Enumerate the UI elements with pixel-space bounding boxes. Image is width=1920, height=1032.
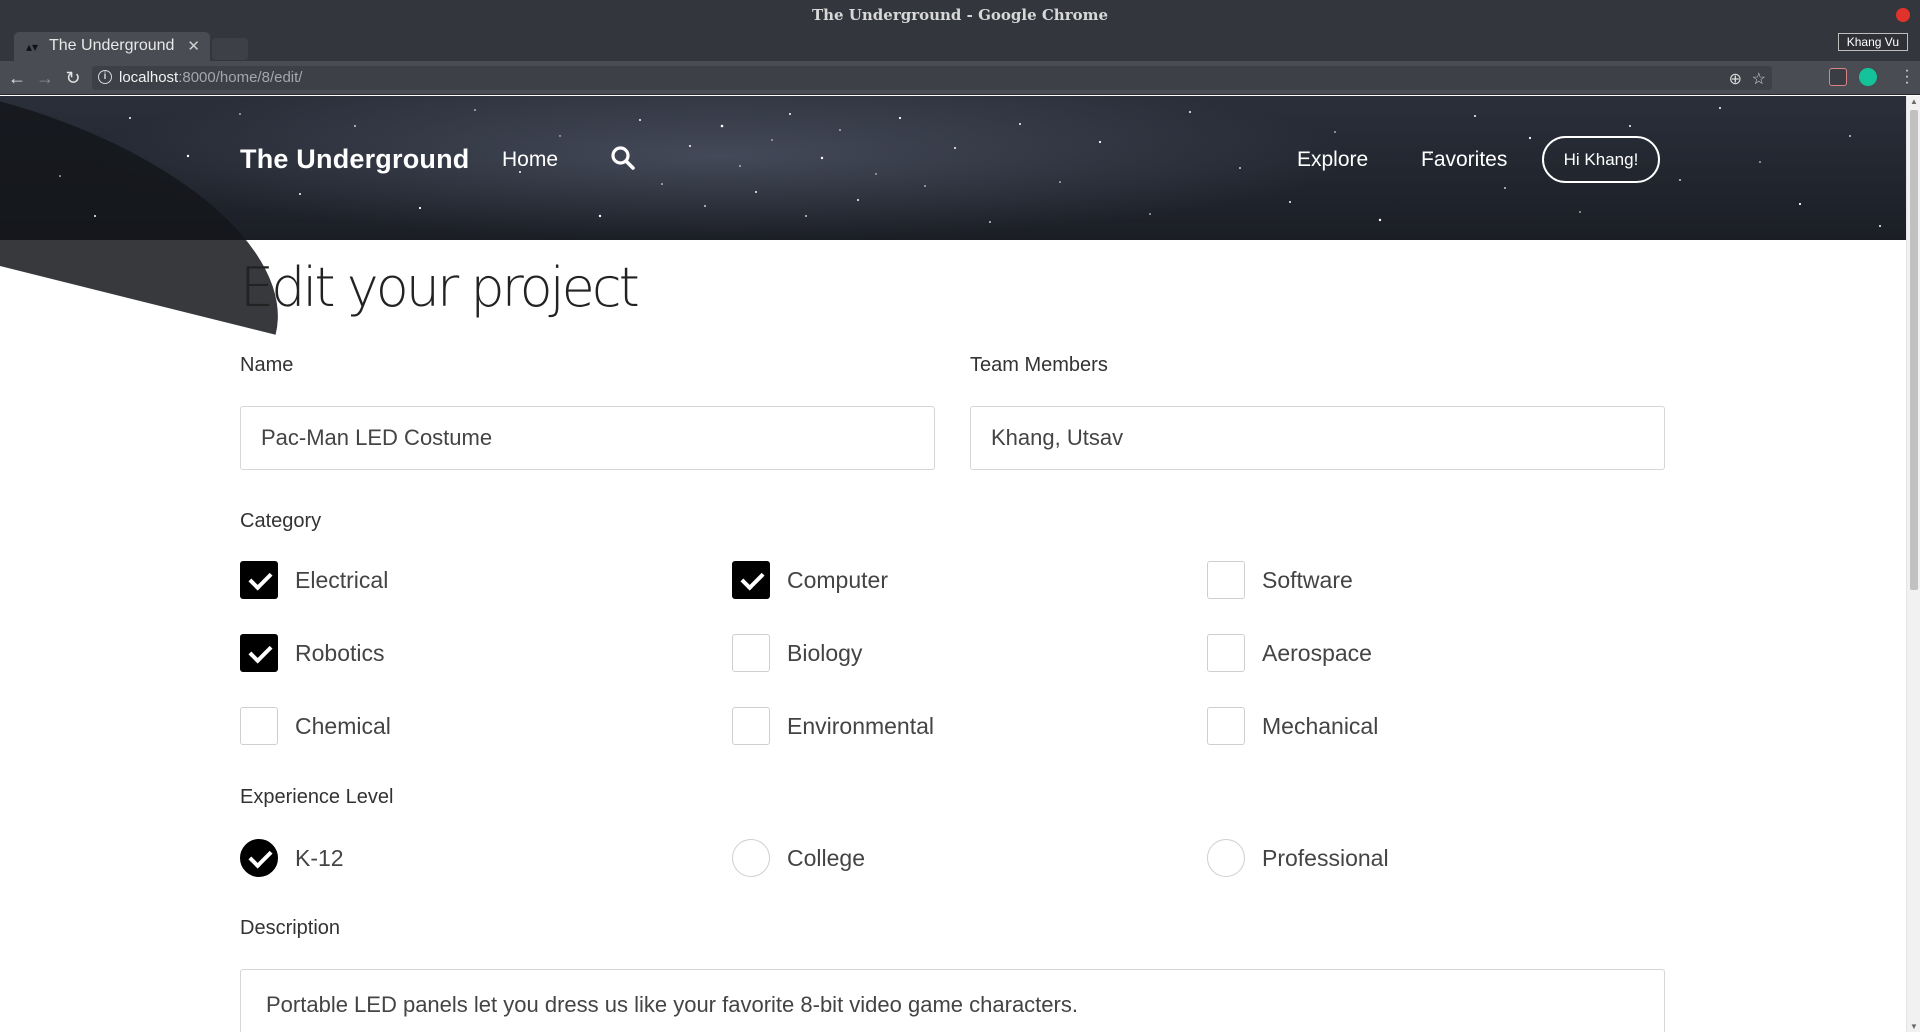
tab-close-icon[interactable]: ✕: [187, 37, 200, 55]
category-checkbox-environmental[interactable]: [732, 707, 770, 745]
description-label: Description: [240, 917, 341, 939]
extension-icon[interactable]: [1829, 68, 1847, 86]
back-arrow-icon[interactable]: ←: [6, 67, 28, 89]
description-text: Portable LED panels let you dress us lik…: [266, 992, 1078, 1017]
reload-icon[interactable]: ↻: [62, 67, 84, 89]
chrome-menu-icon[interactable]: · · ·: [1904, 63, 1910, 91]
team-members-label: Team Members: [970, 354, 1108, 376]
category-checkbox-computer[interactable]: [732, 561, 770, 599]
experience-radio-professional[interactable]: [1207, 839, 1245, 877]
scroll-down-arrow-icon[interactable]: ▼: [1910, 1022, 1918, 1031]
forward-arrow-icon[interactable]: →: [34, 67, 56, 89]
category-option-label: Mechanical: [1262, 713, 1379, 739]
zoom-icon[interactable]: ⊕: [1729, 69, 1742, 89]
nav-home-link[interactable]: Home: [502, 148, 558, 172]
scroll-up-arrow-icon[interactable]: ▲: [1910, 97, 1918, 106]
category-option-label: Chemical: [295, 713, 391, 739]
category-checkbox-robotics[interactable]: [240, 634, 278, 672]
new-tab-button[interactable]: [212, 38, 248, 60]
tab-the-underground[interactable]: ▴▾ The Underground ✕: [14, 32, 210, 61]
hero-header: The Underground Home Explore Favorites H…: [0, 96, 1906, 335]
brand-logo[interactable]: The Underground: [240, 144, 469, 175]
window-close-button[interactable]: [1896, 8, 1910, 22]
search-icon[interactable]: [610, 145, 636, 171]
bookmark-star-icon[interactable]: ☆: [1752, 69, 1766, 89]
team-members-input[interactable]: [970, 406, 1665, 470]
url-text: localhost:8000/home/8/edit/: [119, 69, 302, 86]
url-path: :8000/home/8/edit/: [178, 69, 303, 86]
window-titlebar: The Underground - Google Chrome: [0, 0, 1920, 30]
category-option-label: Environmental: [787, 713, 935, 739]
nav-favorites-link[interactable]: Favorites: [1421, 148, 1507, 172]
page-title: Edit your project: [240, 256, 640, 319]
page-scrollbar[interactable]: ▲ ▼: [1906, 96, 1920, 1032]
name-label: Name: [240, 354, 294, 376]
category-option-label: Electrical: [295, 567, 389, 593]
experience-radio-college[interactable]: [732, 839, 770, 877]
category-option-label: Computer: [787, 567, 888, 593]
category-checkbox-electrical[interactable]: [240, 561, 278, 599]
category-checkbox-biology[interactable]: [732, 634, 770, 672]
category-label: Category: [240, 510, 322, 532]
category-checkbox-aerospace[interactable]: [1207, 634, 1245, 672]
profile-button[interactable]: Khang Vu: [1837, 33, 1908, 51]
nav-explore-link[interactable]: Explore: [1297, 148, 1368, 172]
category-option-label: Robotics: [295, 640, 385, 666]
address-bar[interactable]: i localhost:8000/home/8/edit/ ⊕ ☆: [92, 66, 1772, 90]
category-checkbox-software[interactable]: [1207, 561, 1245, 599]
category-option-label: Aerospace: [1262, 640, 1372, 666]
info-icon[interactable]: i: [98, 70, 112, 84]
experience-option-label: Professional: [1262, 845, 1389, 871]
bowtie-icon: ▴▾: [26, 40, 39, 54]
category-checkbox-chemical[interactable]: [240, 707, 278, 745]
category-checkbox-mechanical[interactable]: [1207, 707, 1245, 745]
experience-level-label: Experience Level: [240, 786, 394, 808]
experience-option-label: College: [787, 845, 865, 871]
scrollbar-thumb[interactable]: [1910, 110, 1918, 590]
experience-radio-k-12[interactable]: [240, 839, 278, 877]
category-option-label: Software: [1262, 567, 1353, 593]
description-textarea[interactable]: Portable LED panels let you dress us lik…: [240, 969, 1665, 1032]
user-greeting-button[interactable]: Hi Khang!: [1542, 136, 1660, 183]
browser-toolbar: ← → ↻ i localhost:8000/home/8/edit/ ⊕ ☆: [0, 61, 1920, 95]
category-option-label: Biology: [787, 640, 863, 666]
url-host: localhost: [119, 69, 179, 86]
grammarly-icon[interactable]: [1859, 68, 1877, 86]
tab-title: The Underground: [49, 37, 175, 54]
tab-strip: ▴▾ The Underground ✕ Khang Vu: [0, 30, 1920, 61]
window-title: The Underground - Google Chrome: [811, 6, 1109, 24]
page-viewport: The Underground Home Explore Favorites H…: [0, 96, 1906, 1032]
name-input[interactable]: [240, 406, 935, 470]
experience-option-label: K-12: [295, 845, 344, 871]
